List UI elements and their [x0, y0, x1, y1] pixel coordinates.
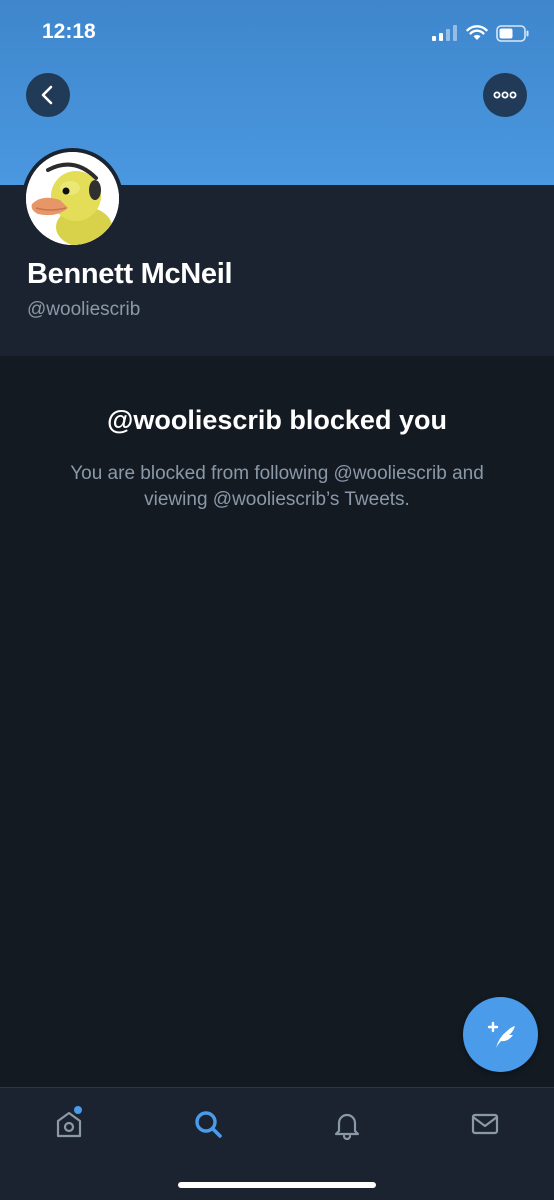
- battery-icon: [496, 24, 529, 42]
- tab-notifications[interactable]: [325, 1104, 369, 1144]
- blocked-title: @wooliescrib blocked you: [107, 405, 447, 435]
- back-button[interactable]: [26, 73, 70, 117]
- ellipsis-icon: [493, 91, 517, 99]
- bell-icon: [334, 1113, 360, 1140]
- blocked-description: You are blocked from following @wooliesc…: [70, 463, 484, 510]
- tab-search[interactable]: [186, 1104, 230, 1144]
- home-unread-dot: [74, 1106, 82, 1114]
- tab-messages[interactable]: [463, 1104, 507, 1144]
- signal-icon: [432, 25, 457, 41]
- avatar-image: [26, 152, 119, 245]
- status-bar: 12:18: [0, 0, 554, 66]
- status-icons: [432, 22, 530, 44]
- tab-home[interactable]: [47, 1104, 91, 1144]
- compose-tweet-button[interactable]: [463, 997, 538, 1072]
- wifi-icon: [466, 25, 488, 40]
- profile-handle: @wooliescrib: [27, 299, 141, 320]
- avatar[interactable]: [22, 148, 123, 249]
- search-icon: [195, 1111, 222, 1138]
- home-indicator: [178, 1182, 376, 1188]
- duck-avatar-image: [26, 152, 119, 245]
- chevron-left-icon: [41, 85, 53, 105]
- mail-icon: [471, 1113, 499, 1135]
- profile-display-name: Bennett McNeil: [27, 258, 233, 290]
- compose-tweet-icon: [487, 1021, 515, 1048]
- more-options-button[interactable]: [483, 73, 527, 117]
- status-time: 12:18: [42, 20, 96, 43]
